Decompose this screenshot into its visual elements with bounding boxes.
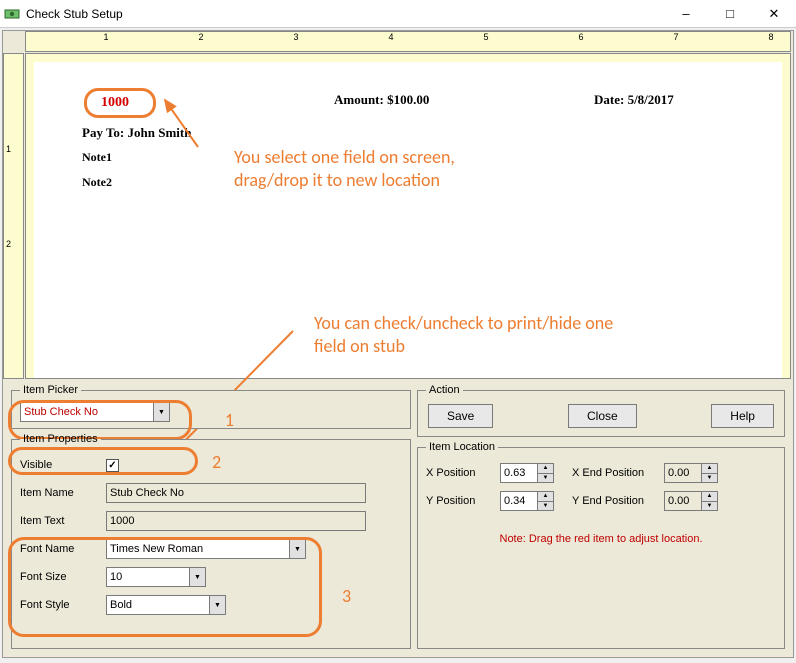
item-name-label: Item Name xyxy=(20,487,102,499)
annotation-text-2: You can check/uncheck to print/hide onef… xyxy=(314,312,613,357)
visible-checkbox[interactable] xyxy=(106,459,119,472)
ruler-h-tick: 5 xyxy=(481,32,491,42)
maximize-button[interactable]: □ xyxy=(708,0,752,27)
stub-note2-field[interactable]: Note2 xyxy=(82,175,112,190)
x-position-spinner[interactable]: 0.63 ▲▼ xyxy=(500,463,554,483)
close-button[interactable]: ✕ xyxy=(752,0,796,27)
font-size-dropdown[interactable]: 10 xyxy=(106,567,206,587)
spinner-up-icon[interactable]: ▲ xyxy=(538,492,553,502)
help-button[interactable]: Help xyxy=(711,404,774,428)
x-end-position-spinner[interactable]: 0.00 ▲▼ xyxy=(664,463,718,483)
item-picker-dropdown[interactable]: Stub Check No xyxy=(20,402,170,422)
spinner-up-icon[interactable]: ▲ xyxy=(702,464,717,474)
horizontal-ruler: 1 2 3 4 5 6 7 8 xyxy=(25,31,791,52)
item-location-legend: Item Location xyxy=(426,441,498,453)
y-end-position-label: Y End Position xyxy=(572,495,660,507)
ruler-h-tick: 1 xyxy=(101,32,111,42)
x-end-position-label: X End Position xyxy=(572,467,660,479)
design-canvas[interactable]: 1000 Amount: $100.00 Date: 5/8/2017 Pay … xyxy=(25,53,791,379)
chevron-down-icon[interactable] xyxy=(189,568,205,586)
chevron-down-icon[interactable] xyxy=(289,540,305,558)
visible-label: Visible xyxy=(20,459,102,471)
spinner-up-icon[interactable]: ▲ xyxy=(702,492,717,502)
chevron-down-icon[interactable] xyxy=(153,403,169,421)
font-style-dropdown[interactable]: Bold xyxy=(106,595,226,615)
stub-note1-field[interactable]: Note1 xyxy=(82,150,112,165)
stub-amount-field[interactable]: Amount: $100.00 xyxy=(334,92,429,108)
font-style-value: Bold xyxy=(110,599,132,611)
titlebar: Check Stub Setup – □ ✕ xyxy=(0,0,796,28)
ruler-v-tick: 1 xyxy=(6,144,11,154)
y-position-spinner[interactable]: 0.34 ▲▼ xyxy=(500,491,554,511)
item-picker-group: Item Picker Stub Check No 1 xyxy=(11,384,411,429)
item-text-field: 1000 xyxy=(106,511,366,531)
spinner-down-icon[interactable]: ▼ xyxy=(702,502,717,511)
app-icon xyxy=(4,6,20,22)
x-position-label: X Position xyxy=(426,467,496,479)
item-picker-value: Stub Check No xyxy=(24,406,98,418)
item-location-group: Item Location X Position 0.63 ▲▼ X End P… xyxy=(417,441,785,649)
action-group: Action Save Close Help xyxy=(417,384,785,437)
action-legend: Action xyxy=(426,384,463,396)
font-name-value: Times New Roman xyxy=(110,543,203,555)
font-size-value: 10 xyxy=(110,571,122,583)
y-position-label: Y Position xyxy=(426,495,496,507)
properties-panel: Item Picker Stub Check No 1 Item Propert… xyxy=(3,379,793,657)
stub-check-no-field[interactable]: 1000 xyxy=(84,88,156,118)
location-note: Note: Drag the red item to adjust locati… xyxy=(426,515,776,545)
vertical-ruler: 1 2 xyxy=(3,53,24,379)
minimize-button[interactable]: – xyxy=(664,0,708,27)
spinner-down-icon[interactable]: ▼ xyxy=(538,474,553,483)
ruler-h-tick: 3 xyxy=(291,32,301,42)
item-text-label: Item Text xyxy=(20,515,102,527)
spinner-up-icon[interactable]: ▲ xyxy=(538,464,553,474)
stub-date-field[interactable]: Date: 5/8/2017 xyxy=(594,92,674,108)
close-action-button[interactable]: Close xyxy=(568,404,637,428)
item-picker-legend: Item Picker xyxy=(20,384,81,396)
ruler-h-tick: 2 xyxy=(196,32,206,42)
item-name-value: Stub Check No xyxy=(110,487,184,499)
annotation-text-1: You select one field on screen,drag/drop… xyxy=(234,146,455,191)
ruler-h-tick: 4 xyxy=(386,32,396,42)
x-position-value: 0.63 xyxy=(504,467,525,479)
item-name-field: Stub Check No xyxy=(106,483,366,503)
item-text-value: 1000 xyxy=(110,515,134,527)
window-title: Check Stub Setup xyxy=(26,7,664,21)
spinner-down-icon[interactable]: ▼ xyxy=(702,474,717,483)
check-stub-preview[interactable]: 1000 Amount: $100.00 Date: 5/8/2017 Pay … xyxy=(34,62,782,378)
ruler-h-tick: 6 xyxy=(576,32,586,42)
annotation-number-1: 1 xyxy=(225,409,234,431)
x-end-position-value: 0.00 xyxy=(668,467,689,479)
item-properties-legend: Item Properties xyxy=(20,433,101,445)
font-name-dropdown[interactable]: Times New Roman xyxy=(106,539,306,559)
annotation-number-2: 2 xyxy=(212,451,221,473)
annotation-number-3: 3 xyxy=(342,585,351,607)
item-properties-group: Item Properties Visible 2 Item Name Stub… xyxy=(11,433,411,649)
save-button[interactable]: Save xyxy=(428,404,493,428)
font-name-label: Font Name xyxy=(20,543,102,555)
ruler-v-tick: 2 xyxy=(6,239,11,249)
stub-payto-field[interactable]: Pay To: John Smith xyxy=(82,125,191,141)
y-end-position-value: 0.00 xyxy=(668,495,689,507)
spinner-down-icon[interactable]: ▼ xyxy=(538,502,553,511)
ruler-h-tick: 8 xyxy=(766,32,776,42)
font-size-label: Font Size xyxy=(20,571,102,583)
app-client-area: 1 2 3 4 5 6 7 8 1 2 1000 Amount: $100.00… xyxy=(2,30,794,658)
y-position-value: 0.34 xyxy=(504,495,525,507)
ruler-h-tick: 7 xyxy=(671,32,681,42)
y-end-position-spinner[interactable]: 0.00 ▲▼ xyxy=(664,491,718,511)
chevron-down-icon[interactable] xyxy=(209,596,225,614)
font-style-label: Font Style xyxy=(20,599,102,611)
